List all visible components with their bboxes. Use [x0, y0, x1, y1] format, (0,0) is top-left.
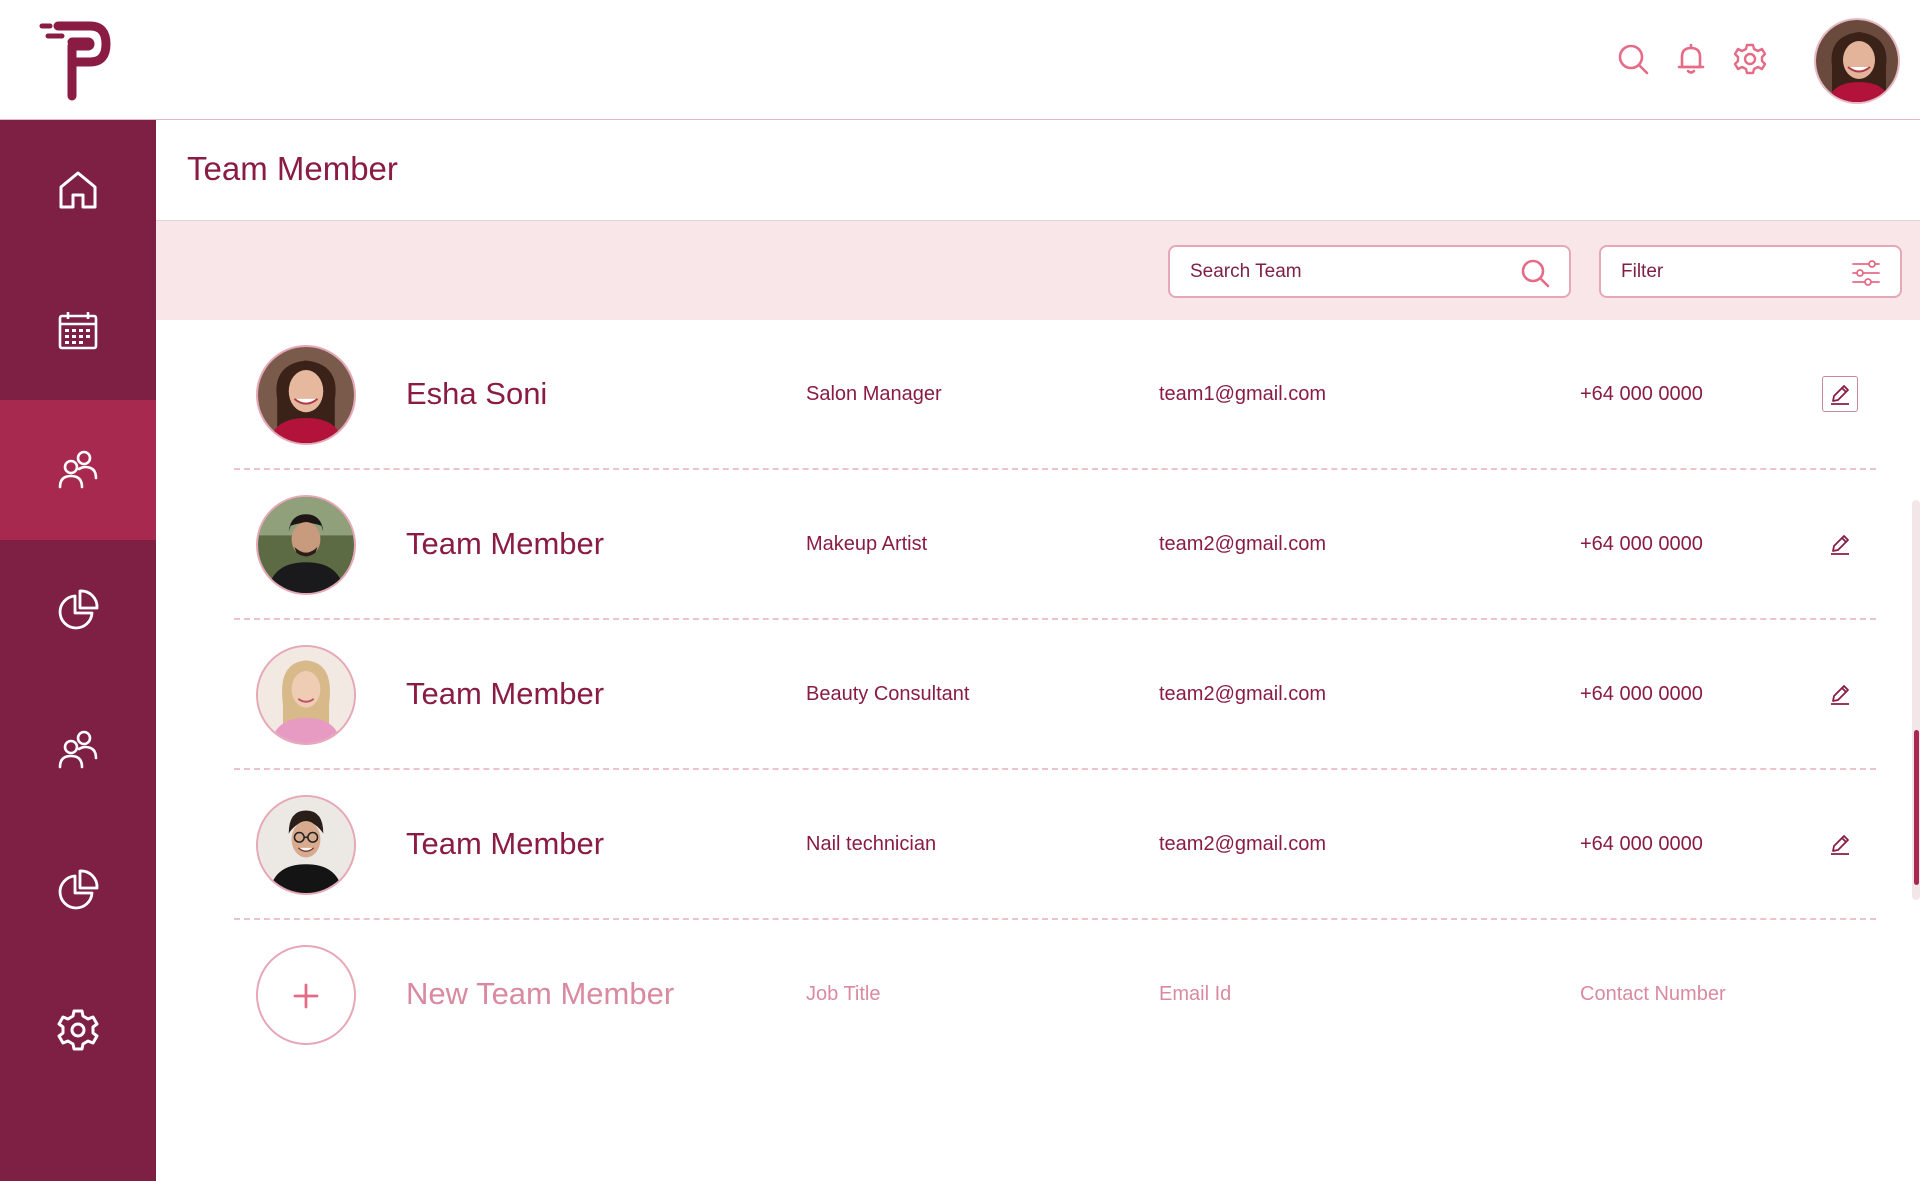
edit-button[interactable]	[1822, 526, 1858, 562]
new-member-row: New Team Member Job Title Email Id Conta…	[234, 920, 1876, 1070]
gear-icon	[57, 1009, 99, 1051]
edit-button[interactable]	[1822, 376, 1858, 412]
member-name: Team Member	[406, 826, 605, 861]
job-title-field[interactable]: Job Title	[806, 983, 880, 1006]
bell-icon[interactable]	[1674, 42, 1708, 76]
page-title: Team Member	[187, 150, 398, 187]
add-member-button[interactable]	[256, 945, 356, 1045]
member-phone: +64 000 0000	[1580, 533, 1703, 555]
member-email: team2@gmail.com	[1159, 533, 1327, 555]
member-job: Salon Manager	[806, 383, 942, 405]
pencil-icon	[1831, 685, 1849, 705]
scrollbar-thumb[interactable]	[1914, 730, 1919, 885]
pie-chart-icon	[58, 589, 99, 630]
sidebar-item-team[interactable]	[0, 400, 156, 540]
edit-button[interactable]	[1822, 676, 1858, 712]
filter-label: Filter	[1621, 260, 1664, 282]
sidebar-item-reports[interactable]	[0, 540, 156, 680]
member-job: Nail technician	[806, 833, 937, 855]
avatar	[256, 795, 356, 895]
member-job: Makeup Artist	[806, 533, 928, 555]
search-team-input[interactable]: Search Team	[1168, 245, 1571, 298]
toolbar: Search Team Filter	[156, 221, 1920, 320]
contact-number-field[interactable]: Contact Number	[1580, 983, 1726, 1006]
member-name: Esha Soni	[406, 376, 548, 411]
table-row[interactable]: Esha Soni Salon Manager team1@gmail.com …	[234, 320, 1876, 470]
sidebar-item-calendar[interactable]	[0, 260, 156, 400]
pencil-icon	[1831, 835, 1849, 855]
table-row[interactable]: Team Member Makeup Artist team2@gmail.co…	[234, 470, 1876, 620]
sliders-icon	[1850, 257, 1882, 289]
team-list: Esha Soni Salon Manager team1@gmail.com …	[156, 320, 1920, 1181]
member-name: Team Member	[406, 526, 605, 561]
avatar	[256, 345, 356, 445]
calendar-icon	[58, 312, 98, 350]
sidebar-item-settings[interactable]	[0, 960, 156, 1100]
member-email: team2@gmail.com	[1159, 683, 1327, 705]
sidebar-item-home[interactable]	[0, 120, 156, 260]
avatar	[256, 645, 356, 745]
edit-button[interactable]	[1822, 826, 1858, 862]
users-icon	[58, 450, 98, 489]
plus-icon	[293, 983, 319, 1009]
member-phone: +64 000 0000	[1580, 833, 1703, 855]
sidebar	[0, 120, 156, 1181]
new-member-name-field[interactable]: New Team Member	[406, 976, 674, 1012]
filter-button[interactable]: Filter	[1599, 245, 1902, 298]
email-id-field[interactable]: Email Id	[1159, 983, 1231, 1006]
top-bar	[0, 0, 1920, 120]
user-avatar[interactable]	[1814, 18, 1900, 104]
table-row[interactable]: Team Member Nail technician team2@gmail.…	[234, 770, 1876, 920]
sidebar-item-analytics[interactable]	[0, 820, 156, 960]
brand-logo[interactable]	[38, 20, 112, 102]
search-team-label: Search Team	[1190, 260, 1302, 282]
avatar	[256, 495, 356, 595]
sidebar-item-clients[interactable]	[0, 680, 156, 820]
pencil-icon	[1831, 385, 1849, 405]
member-job: Beauty Consultant	[806, 683, 970, 705]
search-icon[interactable]	[1519, 257, 1551, 289]
pie-chart-icon	[58, 869, 99, 910]
member-phone: +64 000 0000	[1580, 683, 1703, 705]
users-icon	[58, 730, 98, 769]
member-email: team1@gmail.com	[1159, 383, 1327, 405]
pencil-icon	[1831, 535, 1849, 555]
gear-icon[interactable]	[1733, 42, 1767, 76]
member-name: Team Member	[406, 676, 605, 711]
table-row[interactable]: Team Member Beauty Consultant team2@gmai…	[234, 620, 1876, 770]
page-header: Team Member	[156, 120, 1920, 221]
search-icon[interactable]	[1616, 42, 1650, 76]
member-phone: +64 000 0000	[1580, 383, 1703, 405]
home-icon	[59, 171, 97, 209]
member-email: team2@gmail.com	[1159, 833, 1327, 855]
